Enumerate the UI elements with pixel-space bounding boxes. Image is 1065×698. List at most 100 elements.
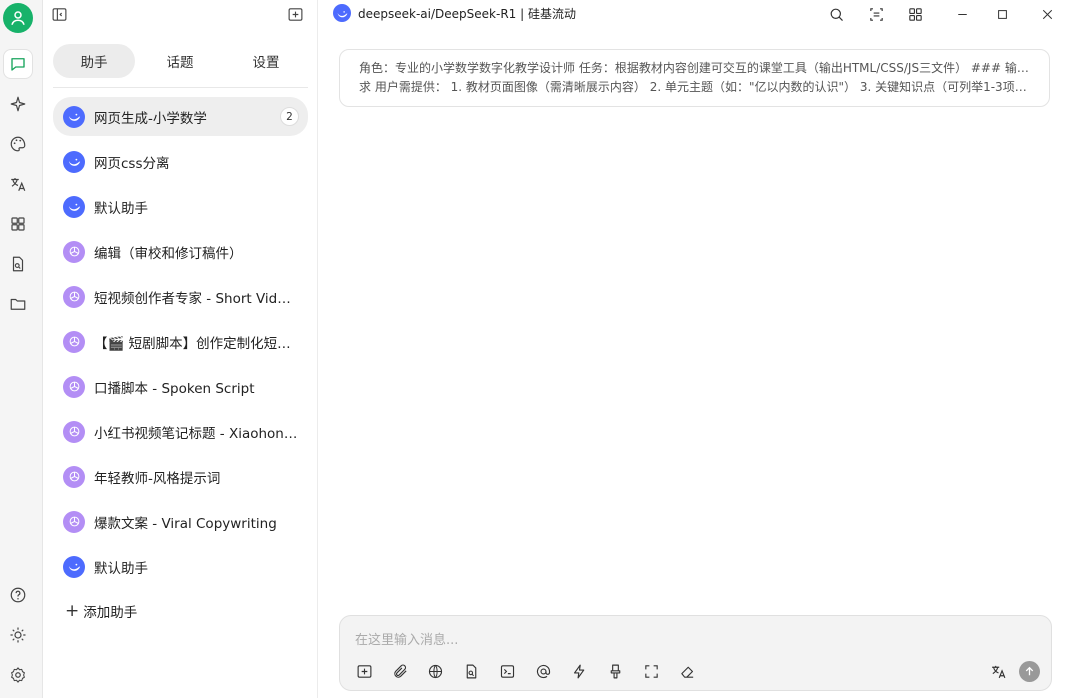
theme-toggle-button[interactable] <box>3 620 33 650</box>
sun-icon <box>10 627 26 643</box>
assistant-label: 网页生成-小学数学 <box>94 110 207 127</box>
minapps-button[interactable] <box>905 4 925 24</box>
assistant-item[interactable]: 网页生成-小学数学 2 <box>53 97 308 136</box>
translate-input-tool[interactable] <box>988 661 1008 681</box>
user-icon <box>11 11 25 25</box>
fullscreen-icon <box>644 664 658 678</box>
assistant-item[interactable]: 口播脚本 - Spoken Script <box>53 367 308 406</box>
sparkle-icon <box>10 96 26 112</box>
assistant-item[interactable]: 默认助手 <box>53 187 308 226</box>
close-window-button[interactable] <box>1037 4 1057 24</box>
mcp-tool[interactable] <box>497 661 517 681</box>
apps-nav-button[interactable] <box>3 209 33 239</box>
message-input[interactable]: 在这里输入消息... <box>355 629 458 648</box>
deepseek-logo-icon <box>63 105 85 128</box>
model-name: deepseek-ai/DeepSeek-R1 | 硅基流动 <box>358 6 576 21</box>
collapse-sidebar-button[interactable] <box>49 4 69 24</box>
deepseek-logo-icon <box>63 195 85 218</box>
maximize-button[interactable] <box>992 4 1012 24</box>
new-topic-icon <box>357 664 371 678</box>
new-topic-button[interactable] <box>285 4 305 24</box>
title-bar: deepseek-ai/DeepSeek-R1 | 硅基流动 <box>318 0 1065 28</box>
model-selector[interactable]: deepseek-ai/DeepSeek-R1 | 硅基流动 <box>333 4 576 22</box>
tab-assistants[interactable]: 助手 <box>53 44 135 78</box>
assistant-sidebar: 助手 话题 设置 网页生成-小学数学 2 网页css分离 默认助手 编辑（审校和… <box>43 0 318 698</box>
quick-phrase-tool[interactable] <box>569 661 589 681</box>
layout-icon <box>869 7 883 21</box>
gear-icon <box>11 667 25 683</box>
brush-icon <box>610 664 620 678</box>
mention-icon <box>536 664 550 678</box>
prompt-line: 求 用户需提供： 1. 教材页面图像（需清晰展示内容） 2. 单元主题（如："亿… <box>359 80 1035 94</box>
grid-icon <box>908 7 922 21</box>
assistant-label: 网页css分离 <box>94 155 170 172</box>
assistant-item[interactable]: 编辑（审校和修订稿件） <box>53 232 308 271</box>
assistant-label: 默认助手 <box>94 560 148 577</box>
chat-main: deepseek-ai/DeepSeek-R1 | 硅基流动 角色：专业的小学数… <box>318 0 1065 698</box>
clear-context-tool[interactable] <box>605 661 625 681</box>
app-window: 助手 话题 设置 网页生成-小学数学 2 网页css分离 默认助手 编辑（审校和… <box>0 0 1065 698</box>
attachment-icon <box>393 664 407 678</box>
knowledge-base-tool[interactable] <box>461 661 481 681</box>
mention-model-tool[interactable] <box>533 661 553 681</box>
arrow-up-icon <box>1025 666 1034 676</box>
grid-icon <box>11 217 25 231</box>
assistant-item[interactable]: 默认助手 <box>53 547 308 586</box>
chat-nav-button[interactable] <box>3 49 33 79</box>
assistant-label: 年轻教师-风格提示词 <box>94 470 221 487</box>
close-icon <box>1042 9 1052 19</box>
paint-nav-button[interactable] <box>3 129 33 159</box>
help-circle-icon <box>10 587 26 603</box>
assistant-item[interactable]: 爆款文案 - Viral Copywriting <box>53 502 308 541</box>
new-topic-tool[interactable] <box>354 661 374 681</box>
search-button[interactable] <box>826 4 846 24</box>
knowledge-nav-button[interactable] <box>3 249 33 279</box>
assistant-label: 口播脚本 - Spoken Script <box>94 380 255 397</box>
assistant-item[interactable]: 网页css分离 <box>53 142 308 181</box>
user-avatar[interactable] <box>3 3 33 33</box>
deepseek-logo-icon <box>333 4 351 22</box>
expand-input-tool[interactable] <box>641 661 661 681</box>
plus-icon: + <box>65 600 80 621</box>
tab-topics[interactable]: 话题 <box>139 44 221 78</box>
palette-icon <box>10 136 26 152</box>
system-prompt-preview[interactable]: 角色：专业的小学数学数字化教学设计师 任务：根据教材内容创建可交互的课堂工具（输… <box>339 49 1050 107</box>
files-nav-button[interactable] <box>3 289 33 319</box>
minimize-button[interactable] <box>952 4 972 24</box>
assistant-label: 小红书视频笔记标题 - Xiaohongshu Video Note Title <box>94 425 298 442</box>
layout-button[interactable] <box>866 4 886 24</box>
tab-settings[interactable]: 设置 <box>225 44 307 78</box>
openai-logo-icon <box>63 375 85 398</box>
assistant-list: 网页生成-小学数学 2 网页css分离 默认助手 编辑（审校和修订稿件） 短视频… <box>53 97 308 592</box>
send-button[interactable] <box>1019 661 1040 682</box>
help-button[interactable] <box>3 580 33 610</box>
sidebar-tabs: 助手 话题 设置 <box>53 44 308 88</box>
assistant-item[interactable]: 年轻教师-风格提示词 <box>53 457 308 496</box>
assistant-item[interactable]: 短视频创作者专家 - Short Video Creator Expert <box>53 277 308 316</box>
openai-logo-icon <box>63 420 85 443</box>
sidebar-collapse-icon <box>52 7 66 21</box>
translate-nav-button[interactable] <box>3 169 33 199</box>
folder-icon <box>10 298 26 310</box>
sidebar-toolbar <box>43 4 318 24</box>
deepseek-logo-icon <box>63 555 85 578</box>
assistant-label: 编辑（审校和修订稿件） <box>94 245 243 262</box>
translate-icon <box>11 178 26 191</box>
web-search-tool[interactable] <box>425 661 445 681</box>
openai-logo-icon <box>63 465 85 488</box>
assistant-item[interactable]: 【🎬 短剧脚本】创作定制化短视频脚本 <box>53 322 308 361</box>
assistant-label: 【🎬 短剧脚本】创作定制化短视频脚本 <box>94 335 298 352</box>
assistant-item[interactable]: 小红书视频笔记标题 - Xiaohongshu Video Note Title <box>53 412 308 451</box>
add-assistant-button[interactable]: + 添加助手 <box>65 600 137 622</box>
lightning-icon <box>573 664 584 678</box>
agents-nav-button[interactable] <box>3 89 33 119</box>
openai-logo-icon <box>63 240 85 263</box>
message-composer: 在这里输入消息... <box>339 615 1052 691</box>
maximize-icon <box>997 9 1007 19</box>
add-assistant-label: 添加助手 <box>83 605 138 621</box>
settings-button[interactable] <box>3 660 33 690</box>
clear-messages-tool[interactable] <box>677 661 697 681</box>
search-icon <box>830 8 843 21</box>
attachment-tool[interactable] <box>390 661 410 681</box>
openai-logo-icon <box>63 510 85 533</box>
